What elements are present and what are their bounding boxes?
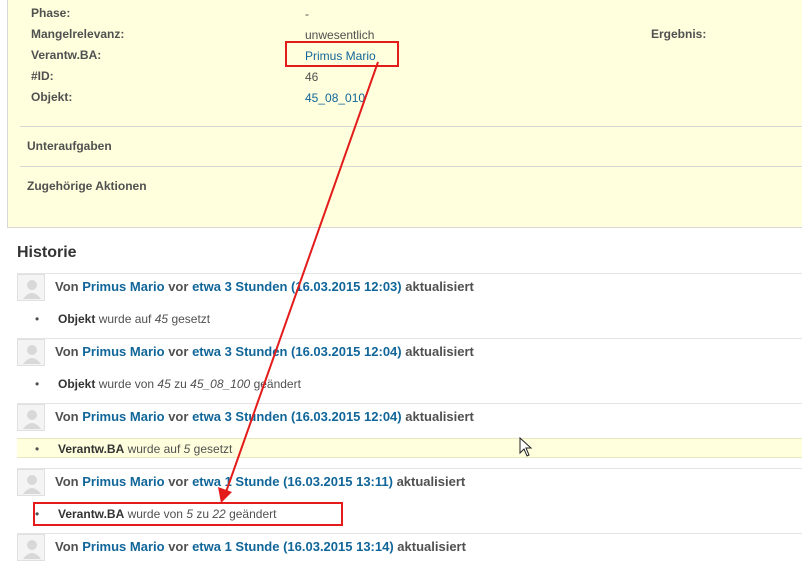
- annotation-arrow-icon: [218, 61, 379, 503]
- mouse-pointer-icon: [519, 437, 533, 457]
